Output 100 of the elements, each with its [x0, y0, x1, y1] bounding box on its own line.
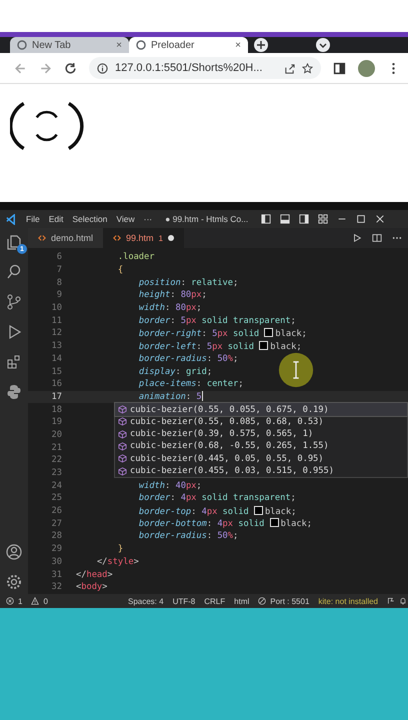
line-number: 27	[50, 518, 63, 529]
code-line: border-bottom: 4px solid black;	[138, 518, 312, 530]
line-number: 20	[50, 430, 63, 440]
code-line: border: 5px solid transparent;	[138, 316, 296, 326]
extensions-icon[interactable]	[6, 354, 22, 370]
side-panel-icon[interactable]	[333, 62, 346, 74]
new-tab-icon[interactable]	[254, 38, 268, 52]
browser-tab[interactable]: Preloader ×	[129, 37, 248, 53]
window-title: ● 99.htm - Htmls Co...	[165, 214, 248, 224]
files-icon[interactable]	[6, 234, 22, 250]
maximize-icon[interactable]	[356, 214, 366, 224]
error-icon[interactable]	[6, 597, 14, 605]
sidebar-toggle-icon[interactable]	[261, 214, 272, 224]
cube-icon	[118, 417, 127, 426]
menu-item[interactable]: ···	[144, 214, 152, 224]
cube-icon	[118, 442, 127, 451]
status-item[interactable]: Spaces: 4	[128, 596, 164, 606]
status-item[interactable]: UTF-8	[172, 596, 196, 606]
avatar-icon[interactable]	[358, 60, 375, 76]
code-line: height: 80px;	[138, 290, 207, 300]
code-line: border-top: 4px solid black;	[138, 506, 296, 517]
editor-tab[interactable]: demo.html	[28, 228, 104, 248]
port-status[interactable]: Port : 5501	[270, 596, 310, 606]
line-number: 26	[50, 506, 63, 516]
suggestion-item[interactable]: cubic-bezier(0.445, 0.05, 0.55, 0.95)	[115, 452, 407, 465]
menu-item[interactable]: View	[116, 214, 135, 224]
tab-search-icon[interactable]	[316, 38, 330, 52]
code-line: place-items: center;	[138, 379, 244, 390]
source-control-icon[interactable]	[6, 294, 22, 310]
code-line: border-left: 5px solid black;	[138, 340, 302, 352]
line-number: 16	[50, 379, 63, 390]
share-icon[interactable]	[284, 62, 295, 74]
star-icon[interactable]	[302, 62, 313, 74]
line-number: 12	[50, 328, 63, 338]
bell-icon[interactable]	[399, 597, 407, 605]
python-icon[interactable]	[6, 384, 22, 400]
suggestion-item[interactable]: cubic-bezier(0.55, 0.085, 0.68, 0.53)	[115, 416, 407, 428]
menu-item[interactable]: File	[26, 214, 40, 224]
line-number: 6	[56, 252, 63, 262]
status-item[interactable]: html	[234, 596, 250, 606]
code-line: {	[118, 265, 124, 276]
line-number: 17	[50, 392, 63, 402]
code-line: </head>	[76, 570, 113, 580]
globe-icon	[136, 40, 146, 50]
line-number: 23	[50, 468, 63, 478]
settings-icon[interactable]	[6, 574, 22, 590]
cube-icon	[118, 430, 127, 439]
tab-close-button[interactable]: ×	[116, 40, 122, 50]
url-text: 127.0.0.1:5501/Shorts%20H...	[115, 62, 264, 74]
line-number: 7	[56, 265, 63, 276]
close-icon[interactable]	[375, 214, 386, 224]
suggestion-item[interactable]: cubic-bezier(0.455, 0.03, 0.515, 0.955)	[115, 464, 407, 478]
tab-close-button[interactable]: ×	[235, 40, 241, 50]
line-number: 22	[50, 455, 63, 466]
html-file-icon	[38, 234, 46, 242]
html-file-icon	[113, 234, 122, 242]
code-line: border-right: 5px solid black;	[138, 328, 307, 339]
suggestion-item[interactable]: cubic-bezier(0.68, -0.55, 0.265, 1.55)	[115, 440, 407, 453]
menu-item[interactable]: Edit	[48, 214, 64, 224]
code-line: position: relative;	[138, 278, 238, 288]
layout-icon[interactable]	[318, 214, 328, 224]
line-number: 11	[50, 316, 63, 326]
cube-icon	[118, 405, 127, 414]
globe-icon	[17, 40, 27, 50]
kite-status[interactable]: kite: not installed	[318, 596, 378, 606]
editor-logo-icon	[6, 214, 17, 224]
line-number: 28	[50, 531, 63, 542]
split-editor-icon[interactable]	[372, 233, 382, 243]
account-icon[interactable]	[6, 544, 22, 560]
code-line: <body>	[76, 582, 108, 592]
tab-filename: demo.html	[51, 233, 94, 243]
code-line: }	[118, 544, 124, 554]
editor-tab[interactable]: 99.htm 1	[103, 228, 184, 248]
line-number: 25	[50, 493, 63, 504]
error-count[interactable]: 1	[18, 596, 22, 606]
cube-icon	[118, 454, 127, 464]
menu-item[interactable]: Selection	[72, 214, 108, 224]
line-number: 24	[50, 480, 63, 491]
tab-filename: 99.htm	[126, 233, 154, 243]
warning-icon[interactable]	[31, 597, 40, 605]
warning-count[interactable]: 0	[43, 596, 48, 606]
port-icon[interactable]	[258, 597, 266, 605]
suggestion-item[interactable]: cubic-bezier(0.55, 0.055, 0.675, 0.19)	[115, 403, 407, 416]
code-line: display: grid;	[138, 366, 212, 377]
info-icon	[97, 62, 108, 74]
run-icon[interactable]	[352, 233, 362, 243]
reload-icon[interactable]	[64, 62, 77, 74]
browser-tab[interactable]: New Tab ×	[10, 37, 129, 53]
code-line: border-radius: 50%;	[138, 531, 238, 542]
search-icon[interactable]	[6, 264, 22, 280]
code-line: width: 80px;	[138, 303, 202, 314]
feedback-icon[interactable]	[387, 597, 395, 605]
address-bar[interactable]: 127.0.0.1:5501/Shorts%20H...	[89, 57, 321, 79]
line-number: 18	[50, 404, 63, 415]
panel-toggle-icon[interactable]	[280, 214, 290, 224]
line-number: 13	[50, 341, 63, 352]
suggestion-item[interactable]: cubic-bezier(0.39, 0.575, 0.565, 1)	[115, 428, 407, 440]
problem-count: 1	[158, 234, 163, 242]
secondary-sidebar-icon[interactable]	[299, 214, 310, 224]
status-item[interactable]: CRLF	[204, 596, 226, 606]
